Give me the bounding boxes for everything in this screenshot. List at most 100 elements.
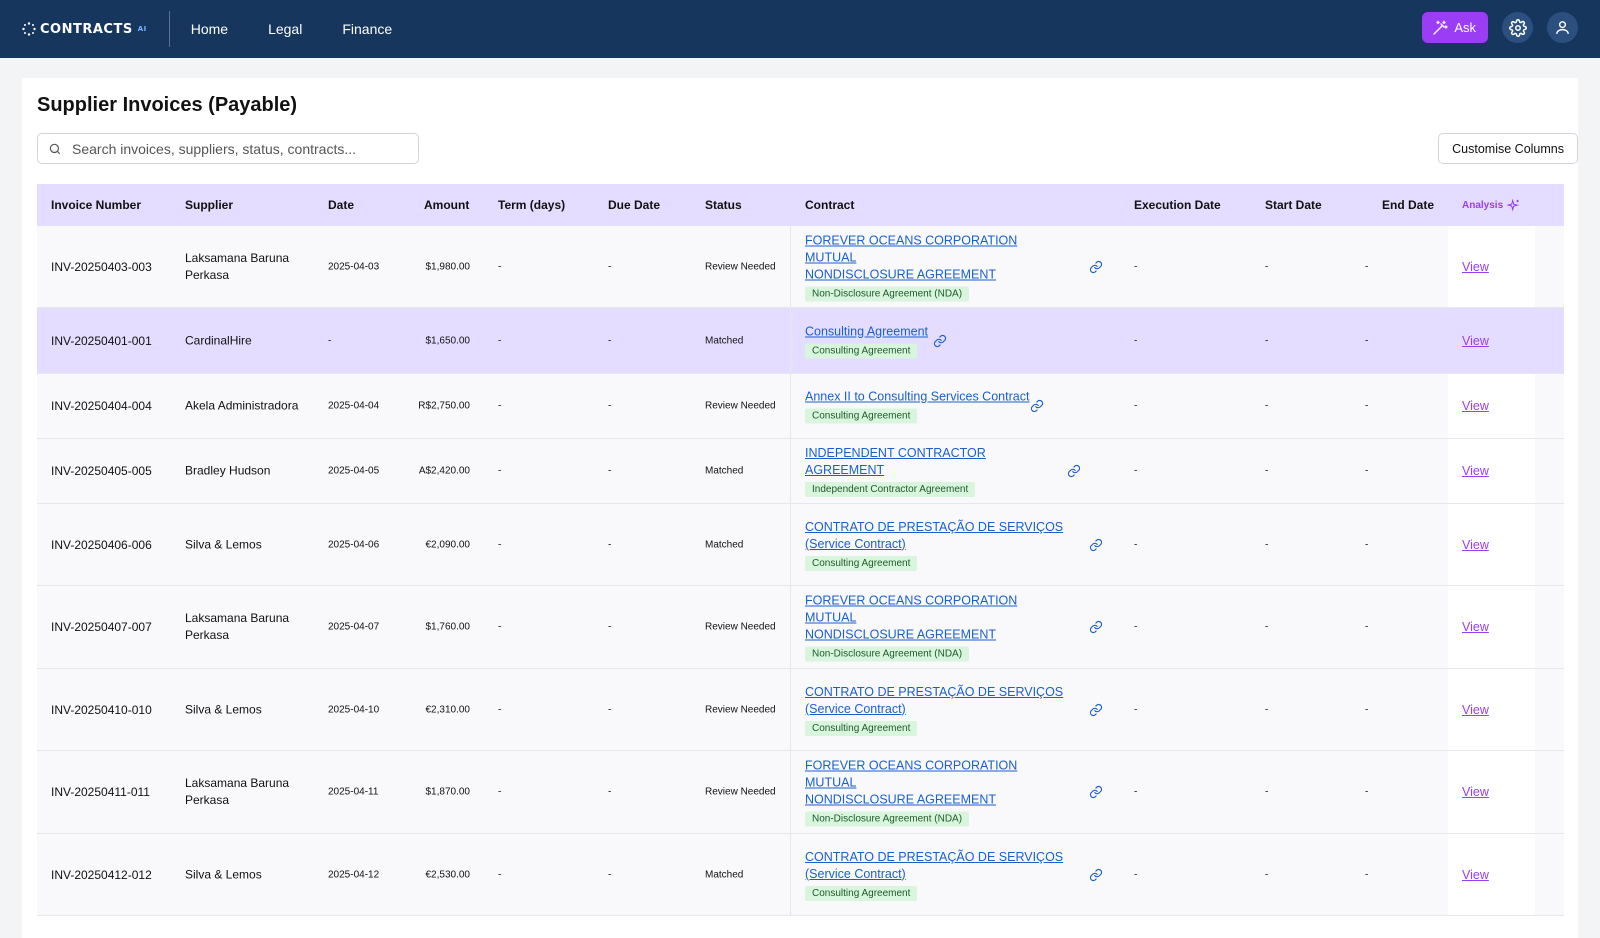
nav-finance[interactable]: Finance bbox=[322, 21, 412, 37]
table-row[interactable]: INV-20250411-011 Laksamana Baruna Perkasa… bbox=[37, 751, 1564, 834]
table-row[interactable]: INV-20250403-003 Laksamana Baruna Perkasa… bbox=[37, 226, 1564, 308]
start-date: - bbox=[1265, 465, 1269, 477]
invoice-date: 2025-04-07 bbox=[328, 621, 380, 633]
view-link[interactable]: View bbox=[1462, 334, 1489, 348]
col-header-execution-date[interactable]: Execution Date bbox=[1134, 198, 1221, 212]
contract-link[interactable]: FOREVER OCEANS CORPORATION MUTUAL NONDISC… bbox=[805, 758, 1065, 809]
end-date: - bbox=[1365, 621, 1369, 633]
view-link[interactable]: View bbox=[1462, 620, 1489, 634]
table-row[interactable]: INV-20250410-010 Silva & Lemos 2025-04-1… bbox=[37, 669, 1564, 751]
contract-link[interactable]: Annex II to Consulting Services Contract bbox=[805, 389, 1065, 406]
column-separator bbox=[790, 226, 791, 307]
invoice-date: 2025-04-06 bbox=[328, 539, 380, 550]
invoice-number[interactable]: INV-20250403-003 bbox=[51, 260, 152, 274]
link-icon[interactable] bbox=[1089, 260, 1103, 274]
term-days: - bbox=[498, 400, 502, 412]
term-days: - bbox=[498, 621, 502, 633]
supplier-cell: Laksamana Baruna Perkasa bbox=[185, 775, 289, 809]
contract-link[interactable]: CONTRATO DE PRESTAÇÃO DE SERVIÇOS (Servic… bbox=[805, 519, 1065, 553]
contract-title-line1: FOREVER OCEANS CORPORATION MUTUAL bbox=[805, 233, 1018, 264]
table-row[interactable]: INV-20250405-005 Bradley Hudson 2025-04-… bbox=[37, 439, 1564, 504]
col-header-due-date[interactable]: Due Date bbox=[608, 198, 660, 212]
settings-button[interactable] bbox=[1502, 12, 1533, 43]
link-icon[interactable] bbox=[1030, 399, 1044, 413]
table-row[interactable]: INV-20250406-006 Silva & Lemos 2025-04-0… bbox=[37, 504, 1564, 586]
col-header-status[interactable]: Status bbox=[705, 198, 742, 212]
end-date: - bbox=[1365, 261, 1369, 272]
view-link[interactable]: View bbox=[1462, 399, 1489, 413]
view-link[interactable]: View bbox=[1462, 260, 1489, 274]
invoice-number[interactable]: INV-20250411-011 bbox=[51, 785, 150, 799]
supplier-cell: Laksamana Baruna Perkasa bbox=[185, 250, 289, 284]
sparkle-icon bbox=[1507, 198, 1520, 212]
invoice-date: 2025-04-03 bbox=[328, 261, 380, 272]
link-icon[interactable] bbox=[1067, 464, 1081, 478]
col-header-invoice-number[interactable]: Invoice Number bbox=[51, 198, 141, 212]
col-header-supplier[interactable]: Supplier bbox=[185, 198, 233, 212]
invoice-number[interactable]: INV-20250401-001 bbox=[51, 334, 152, 348]
invoice-amount: R$2,750.00 bbox=[418, 400, 470, 412]
magic-wand-icon bbox=[1433, 20, 1449, 35]
col-header-analysis[interactable]: Analysis bbox=[1462, 198, 1520, 212]
col-header-amount[interactable]: Amount bbox=[424, 198, 469, 212]
search-box[interactable] bbox=[37, 133, 419, 164]
view-link[interactable]: View bbox=[1462, 538, 1489, 552]
link-icon[interactable] bbox=[1089, 785, 1103, 799]
link-icon[interactable] bbox=[1089, 703, 1103, 717]
supplier-cell: Silva & Lemos bbox=[185, 701, 262, 718]
view-link[interactable]: View bbox=[1462, 703, 1489, 717]
invoice-number[interactable]: INV-20250412-012 bbox=[51, 868, 152, 882]
invoice-number[interactable]: INV-20250405-005 bbox=[51, 464, 152, 478]
contract-link[interactable]: FOREVER OCEANS CORPORATION MUTUAL NONDISC… bbox=[805, 232, 1065, 283]
contract-link[interactable]: INDEPENDENT CONTRACTOR AGREEMENT bbox=[805, 445, 1065, 479]
app-logo[interactable]: CONTRACTS AI bbox=[22, 22, 147, 37]
supplier-name-line1: Laksamana Baruna bbox=[185, 776, 290, 790]
table-row[interactable]: INV-20250407-007 Laksamana Baruna Perkasa… bbox=[37, 586, 1564, 669]
col-header-end-date[interactable]: End Date bbox=[1382, 198, 1434, 212]
col-header-start-date[interactable]: Start Date bbox=[1265, 198, 1322, 212]
supplier-name: Bradley Hudson bbox=[185, 463, 271, 478]
end-date: - bbox=[1365, 539, 1369, 550]
invoice-date: 2025-04-12 bbox=[328, 869, 380, 880]
supplier-cell: CardinalHire bbox=[185, 332, 252, 349]
table-row[interactable]: INV-20250412-012 Silva & Lemos 2025-04-1… bbox=[37, 834, 1564, 916]
contract-type-tag: Independent Contractor Agreement bbox=[805, 482, 976, 497]
invoice-amount: $1,760.00 bbox=[425, 621, 471, 633]
table-row[interactable]: INV-20250401-001 CardinalHire - $1,650.0… bbox=[37, 308, 1564, 374]
col-header-date[interactable]: Date bbox=[328, 198, 354, 212]
view-link[interactable]: View bbox=[1462, 785, 1489, 799]
invoice-date: 2025-04-11 bbox=[328, 786, 379, 798]
link-icon[interactable] bbox=[933, 334, 947, 348]
link-icon[interactable] bbox=[1089, 868, 1103, 882]
user-profile-button[interactable] bbox=[1547, 12, 1578, 43]
due-date: - bbox=[608, 335, 612, 346]
nav-home[interactable]: Home bbox=[190, 21, 248, 37]
contract-title-line1: CONTRATO DE PRESTAÇÃO DE SERVIÇOS bbox=[805, 684, 1064, 699]
column-separator bbox=[790, 374, 791, 438]
contract-link[interactable]: FOREVER OCEANS CORPORATION MUTUAL NONDISC… bbox=[805, 593, 1065, 644]
ask-button[interactable]: Ask bbox=[1422, 12, 1488, 43]
invoice-number[interactable]: INV-20250404-004 bbox=[51, 399, 152, 413]
table-row[interactable]: INV-20250404-004 Akela Administradora 20… bbox=[37, 374, 1564, 439]
nav-legal[interactable]: Legal bbox=[248, 21, 322, 37]
start-date: - bbox=[1265, 261, 1269, 272]
contract-link[interactable]: CONTRATO DE PRESTAÇÃO DE SERVIÇOS (Servic… bbox=[805, 849, 1065, 883]
link-icon[interactable] bbox=[1089, 538, 1103, 552]
invoice-number[interactable]: INV-20250410-010 bbox=[51, 703, 152, 717]
contract-title-line2: NONDISCLOSURE AGREEMENT bbox=[805, 792, 997, 807]
customise-columns-button[interactable]: Customise Columns bbox=[1438, 133, 1578, 164]
invoice-number[interactable]: INV-20250406-006 bbox=[51, 538, 152, 552]
invoice-number[interactable]: INV-20250407-007 bbox=[51, 620, 152, 634]
view-link[interactable]: View bbox=[1462, 868, 1489, 882]
col-header-term[interactable]: Term (days) bbox=[498, 198, 565, 212]
contract-link[interactable]: CONTRATO DE PRESTAÇÃO DE SERVIÇOS (Servic… bbox=[805, 684, 1065, 718]
search-input[interactable] bbox=[72, 140, 392, 157]
col-header-contract[interactable]: Contract bbox=[805, 198, 854, 212]
term-days: - bbox=[498, 465, 502, 477]
contract-title-line2: NONDISCLOSURE AGREEMENT bbox=[805, 267, 997, 281]
contract-title-line2: (Service Contract) bbox=[805, 701, 906, 716]
link-icon[interactable] bbox=[1089, 620, 1103, 634]
view-link[interactable]: View bbox=[1462, 464, 1489, 478]
logo-text: CONTRACTS bbox=[40, 21, 133, 37]
contract-title-line1: FOREVER OCEANS CORPORATION MUTUAL bbox=[805, 593, 1018, 625]
